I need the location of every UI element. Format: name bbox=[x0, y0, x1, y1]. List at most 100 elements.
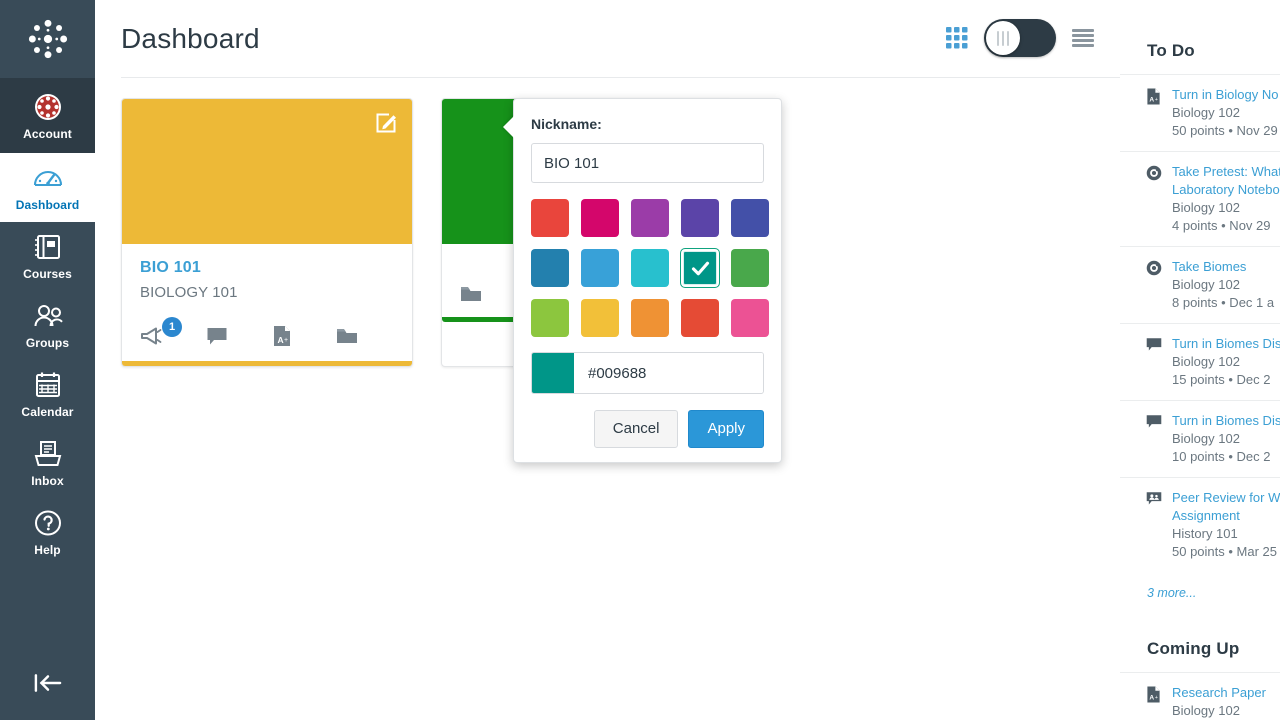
nav-item-calendar[interactable]: Calendar bbox=[0, 360, 95, 429]
swatch-red[interactable] bbox=[531, 199, 569, 237]
todo-item-text: Turn in Biology No Biology 102 50 points •… bbox=[1172, 86, 1278, 140]
color-swatch-grid bbox=[531, 199, 769, 337]
hamburger-list-icon[interactable] bbox=[1070, 27, 1096, 49]
hex-color-input[interactable] bbox=[574, 353, 763, 393]
nav-label-inbox: Inbox bbox=[31, 474, 64, 488]
dashboard-header-tools bbox=[944, 19, 1096, 57]
nav-item-dashboard[interactable]: Dashboard bbox=[0, 153, 95, 222]
todo-item-context: Biology 102 bbox=[1172, 200, 1240, 215]
grid-view-icon[interactable] bbox=[944, 25, 970, 51]
swatch-teal[interactable] bbox=[680, 248, 720, 288]
nav-collapse-button[interactable] bbox=[0, 650, 95, 720]
todo-item-context: Biology 102 bbox=[1172, 277, 1240, 292]
todo-item-title[interactable]: Take Pretest: What bbox=[1172, 163, 1280, 181]
svg-text:A: A bbox=[278, 335, 284, 345]
nav-label-help: Help bbox=[34, 543, 61, 557]
swatch-yellow[interactable] bbox=[581, 299, 619, 337]
files-icon[interactable] bbox=[460, 285, 482, 303]
nav-item-inbox[interactable]: Inbox bbox=[0, 429, 95, 498]
assignment-icon: A + bbox=[1146, 684, 1163, 720]
todo-item-text: Peer Review for W Assignment History 101 50… bbox=[1172, 489, 1280, 561]
swatch-light-blue[interactable] bbox=[581, 249, 619, 287]
course-card-name: BIOLOGY 101 bbox=[140, 284, 238, 301]
todo-item-text: Turn in Biomes Dis Biology 102 15 points •… bbox=[1172, 335, 1280, 389]
course-nickname-color-dialog: Nickname: T Cancel Apply bbox=[503, 98, 782, 463]
hex-color-row: T bbox=[531, 352, 764, 394]
nav-item-courses[interactable]: Courses bbox=[0, 222, 95, 291]
course-card-color-stripe bbox=[122, 361, 412, 366]
todo-item[interactable]: Turn in Biomes Dis Biology 102 10 points •… bbox=[1120, 400, 1280, 477]
edit-pencil-icon[interactable] bbox=[374, 111, 398, 135]
swatch-indigo[interactable] bbox=[731, 199, 769, 237]
nav-label-courses: Courses bbox=[23, 267, 72, 281]
swatch-green[interactable] bbox=[731, 249, 769, 287]
courses-icon bbox=[31, 232, 65, 262]
todo-item-title-line2[interactable]: Assignment bbox=[1172, 507, 1280, 525]
assignment-icon: A + bbox=[1146, 86, 1163, 140]
swatch-light-green[interactable] bbox=[531, 299, 569, 337]
todo-item-meta: 10 points • Dec 2 bbox=[1172, 449, 1271, 464]
todo-item[interactable]: Turn in Biomes Dis Biology 102 15 points •… bbox=[1120, 323, 1280, 400]
todo-item-context: History 101 bbox=[1172, 526, 1238, 541]
todo-item-text: Turn in Biomes Dis Biology 102 10 points •… bbox=[1172, 412, 1280, 466]
swatch-purple[interactable] bbox=[631, 199, 669, 237]
course-card-actions: 1 A + bbox=[122, 303, 412, 361]
todo-more-link[interactable]: 3 more... bbox=[1120, 572, 1196, 600]
svg-text:A: A bbox=[1149, 695, 1154, 702]
coming-up-heading: Coming Up bbox=[1147, 639, 1240, 658]
todo-item-title[interactable]: Turn in Biomes Dis bbox=[1172, 335, 1280, 353]
todo-item-meta: 50 points • Nov 29 bbox=[1172, 123, 1278, 138]
apply-button[interactable]: Apply bbox=[688, 410, 764, 448]
nav-item-help[interactable]: Help bbox=[0, 498, 95, 567]
quiz-icon bbox=[1146, 258, 1163, 312]
collapse-arrow-icon bbox=[29, 672, 67, 699]
todo-item[interactable]: Peer Review for W Assignment History 101 50… bbox=[1120, 477, 1280, 572]
assignments-icon[interactable]: A + bbox=[272, 325, 292, 347]
course-card[interactable]: BIO 101 BIOLOGY 101 1 A + bbox=[121, 98, 413, 367]
cancel-button[interactable]: Cancel bbox=[593, 410, 679, 448]
nav-item-groups[interactable]: Groups bbox=[0, 291, 95, 360]
announcements-badge: 1 bbox=[162, 317, 182, 337]
todo-item-title[interactable]: Peer Review for W bbox=[1172, 489, 1280, 507]
hex-color-preview bbox=[532, 353, 574, 393]
swatch-cyan[interactable] bbox=[631, 249, 669, 287]
todo-item-meta: 4 points • Nov 29 bbox=[1172, 218, 1271, 233]
todo-item-title-line2[interactable]: Laboratory Notebo bbox=[1172, 181, 1280, 199]
todo-item-title[interactable]: Take Biomes bbox=[1172, 258, 1274, 276]
todo-item[interactable]: Take Pretest: What Laboratory Notebo Biolo… bbox=[1120, 151, 1280, 246]
swatch-deep-orange[interactable] bbox=[681, 299, 719, 337]
todo-item-title[interactable]: Turn in Biology No bbox=[1172, 86, 1278, 104]
svg-text:+: + bbox=[1155, 97, 1158, 103]
calendar-icon bbox=[31, 370, 65, 400]
todo-item[interactable]: A+Research PaperBiology 10250 points • D… bbox=[1120, 672, 1280, 720]
todo-item[interactable]: A + Turn in Biology No Biology 102 50 points… bbox=[1120, 74, 1280, 151]
swatch-check-icon bbox=[681, 249, 719, 287]
swatch-magenta[interactable] bbox=[581, 199, 619, 237]
canvas-logo[interactable] bbox=[0, 0, 95, 78]
global-navigation: Account Dashboard Courses Groups Calenda… bbox=[0, 0, 95, 720]
discussions-icon[interactable] bbox=[206, 326, 228, 346]
todo-item-meta: 8 points • Dec 1 a bbox=[1172, 295, 1275, 310]
swatch-blue[interactable] bbox=[531, 249, 569, 287]
todo-item-text: Take Biomes Biology 102 8 points • Dec 1 a bbox=[1172, 258, 1274, 312]
dashboard-options-toggle[interactable] bbox=[984, 19, 1056, 57]
nav-label-groups: Groups bbox=[25, 336, 70, 350]
todo-item[interactable]: Take Biomes Biology 102 8 points • Dec 1 a bbox=[1120, 246, 1280, 323]
nickname-input[interactable] bbox=[531, 143, 764, 183]
course-card-nickname[interactable]: BIO 101 bbox=[140, 258, 396, 278]
files-icon[interactable] bbox=[336, 327, 358, 345]
nav-item-account[interactable]: Account bbox=[0, 78, 95, 153]
announcements-icon[interactable]: 1 bbox=[140, 317, 182, 346]
toggle-grip-line bbox=[1007, 30, 1009, 46]
todo-item-meta: 50 points • Mar 25 bbox=[1172, 544, 1277, 559]
swatch-orange[interactable] bbox=[631, 299, 669, 337]
todo-item-title[interactable]: Turn in Biomes Dis bbox=[1172, 412, 1280, 430]
todo-item-context: Biology 102 bbox=[1172, 354, 1240, 369]
todo-item-title[interactable]: Research Paper bbox=[1172, 684, 1278, 702]
todo-item-context: Biology 102 bbox=[1172, 431, 1240, 446]
todo-list: A + Turn in Biology No Biology 102 50 points… bbox=[1120, 74, 1280, 572]
swatch-deep-purple[interactable] bbox=[681, 199, 719, 237]
svg-text:A: A bbox=[1149, 97, 1154, 104]
swatch-pink[interactable] bbox=[731, 299, 769, 337]
